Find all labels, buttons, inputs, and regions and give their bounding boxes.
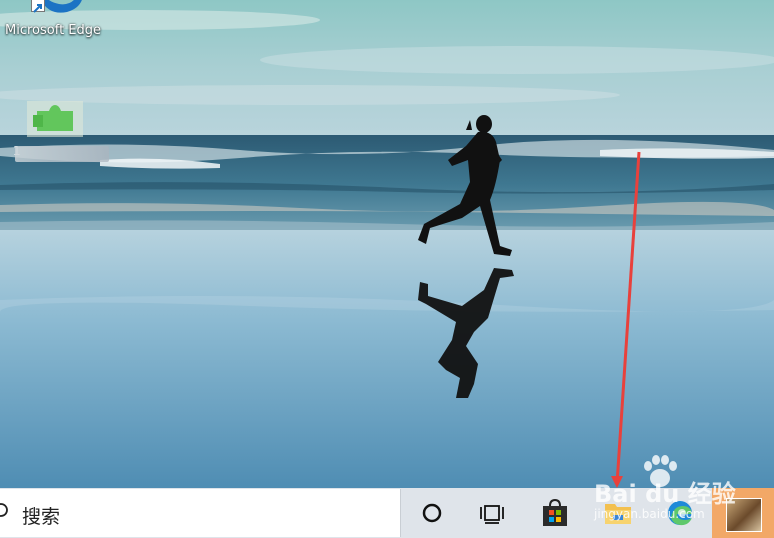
cortana-icon xyxy=(422,503,442,523)
desktop-icon-label: Microsoft Edge xyxy=(5,23,102,38)
watermark-logo-text: Bai du 经验 xyxy=(594,480,736,508)
baidu-jingyan-watermark: Bai du 经验 jingyan.baidu.com xyxy=(594,452,744,530)
microsoft-store-icon xyxy=(543,498,567,526)
desktop[interactable]: Microsoft Edge 1 xyxy=(0,0,774,488)
shortcut-arrow-icon xyxy=(31,0,45,13)
taskbar-search-box[interactable]: 搜索 xyxy=(0,489,401,537)
search-icon xyxy=(0,503,8,517)
watermark-url: jingyan.baidu.com xyxy=(594,507,705,521)
blurred-label xyxy=(15,146,109,162)
task-view-icon xyxy=(480,505,504,524)
wallpaper-beach-runner xyxy=(0,0,774,488)
search-placeholder: 搜索 xyxy=(22,506,61,528)
task-view-button[interactable] xyxy=(468,488,516,538)
cortana-button[interactable] xyxy=(408,488,456,538)
puzzle-app-icon xyxy=(27,101,83,137)
microsoft-store-button[interactable] xyxy=(531,488,579,538)
